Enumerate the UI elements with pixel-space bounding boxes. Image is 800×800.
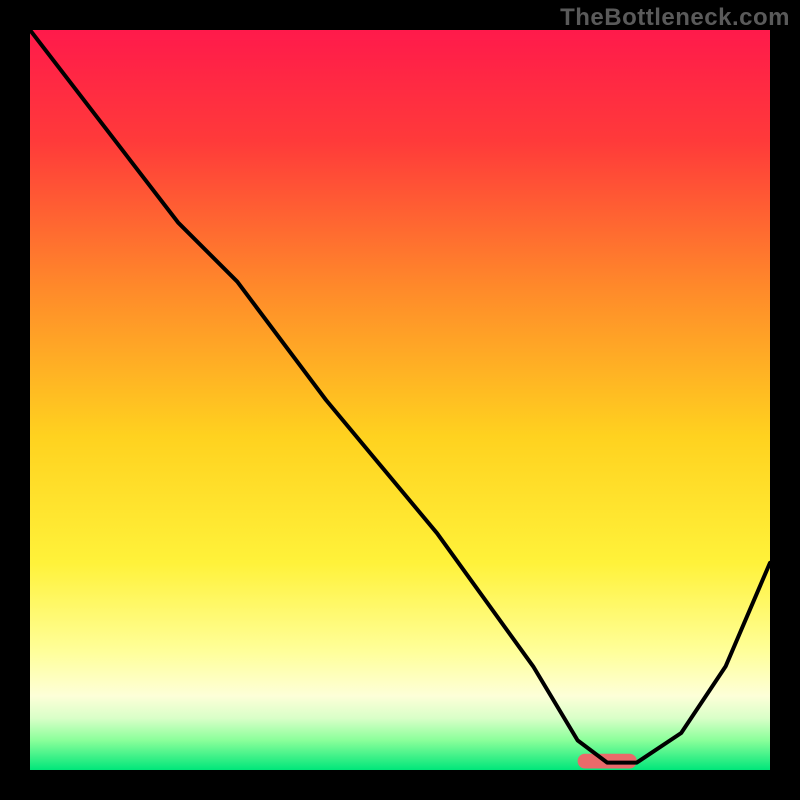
gradient-background	[30, 30, 770, 770]
plot-area	[30, 30, 770, 770]
chart-frame: TheBottleneck.com	[0, 0, 800, 800]
chart-svg	[30, 30, 770, 770]
watermark-text: TheBottleneck.com	[560, 4, 790, 32]
